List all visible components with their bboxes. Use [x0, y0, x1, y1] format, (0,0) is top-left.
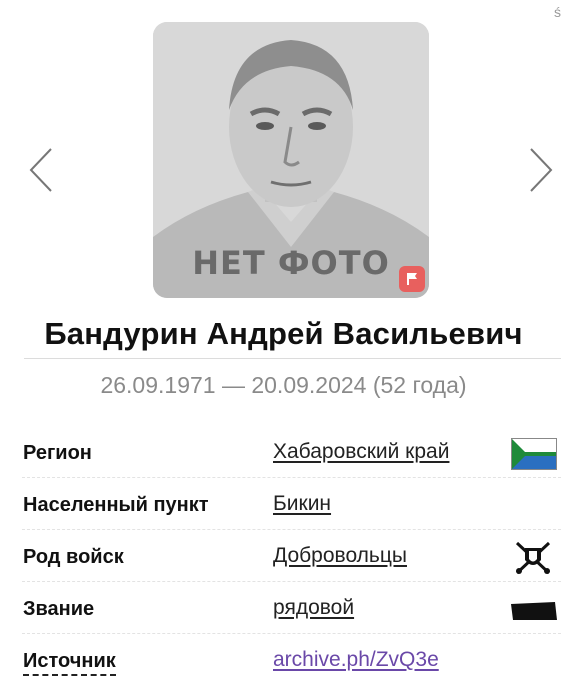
- prev-photo-arrow[interactable]: [27, 146, 55, 194]
- info-row-troops: Род войск Добровольцы: [0, 530, 567, 582]
- settlement-label: Населенный пункт: [23, 494, 209, 516]
- info-row-region: Регион Хабаровский край: [0, 426, 567, 478]
- life-dates: 26.09.1971 — 20.09.2024 (52 года): [100, 372, 467, 398]
- rank-label: Звание: [23, 598, 95, 620]
- info-row-rank: Звание рядовой: [0, 582, 567, 634]
- region-label: Регион: [23, 442, 92, 464]
- region-link[interactable]: Хабаровский край: [273, 440, 449, 464]
- troops-link[interactable]: Добровольцы: [273, 544, 407, 568]
- info-table: Регион Хабаровский край Населенный пункт…: [0, 426, 567, 686]
- volunteers-emblem-icon: [515, 541, 551, 575]
- chevron-left-icon: [29, 148, 52, 192]
- no-photo-label: НЕТ ФОТО: [192, 244, 390, 282]
- next-photo-arrow[interactable]: [527, 146, 555, 194]
- troops-label: Род войск: [23, 546, 124, 568]
- source-label[interactable]: Источник: [23, 650, 116, 676]
- rank-insignia-icon: [511, 602, 557, 620]
- person-name: Бандурин Андрей Васильевич: [44, 316, 523, 351]
- corner-mark: ś: [554, 4, 561, 20]
- flag-icon: [407, 273, 417, 285]
- name-divider: [24, 358, 561, 359]
- source-link[interactable]: archive.ph/ZvQ3e: [273, 648, 439, 672]
- report-flag-button[interactable]: [399, 266, 425, 292]
- chevron-right-icon: [530, 148, 553, 192]
- khabarovsk-flag-icon: [511, 438, 557, 470]
- info-row-settlement: Населенный пункт Бикин: [0, 478, 567, 530]
- rank-link[interactable]: рядовой: [273, 596, 354, 620]
- settlement-link[interactable]: Бикин: [273, 492, 331, 516]
- info-row-source: Источник archive.ph/ZvQ3e: [0, 634, 567, 686]
- portrait-photo[interactable]: НЕТ ФОТО: [153, 22, 429, 298]
